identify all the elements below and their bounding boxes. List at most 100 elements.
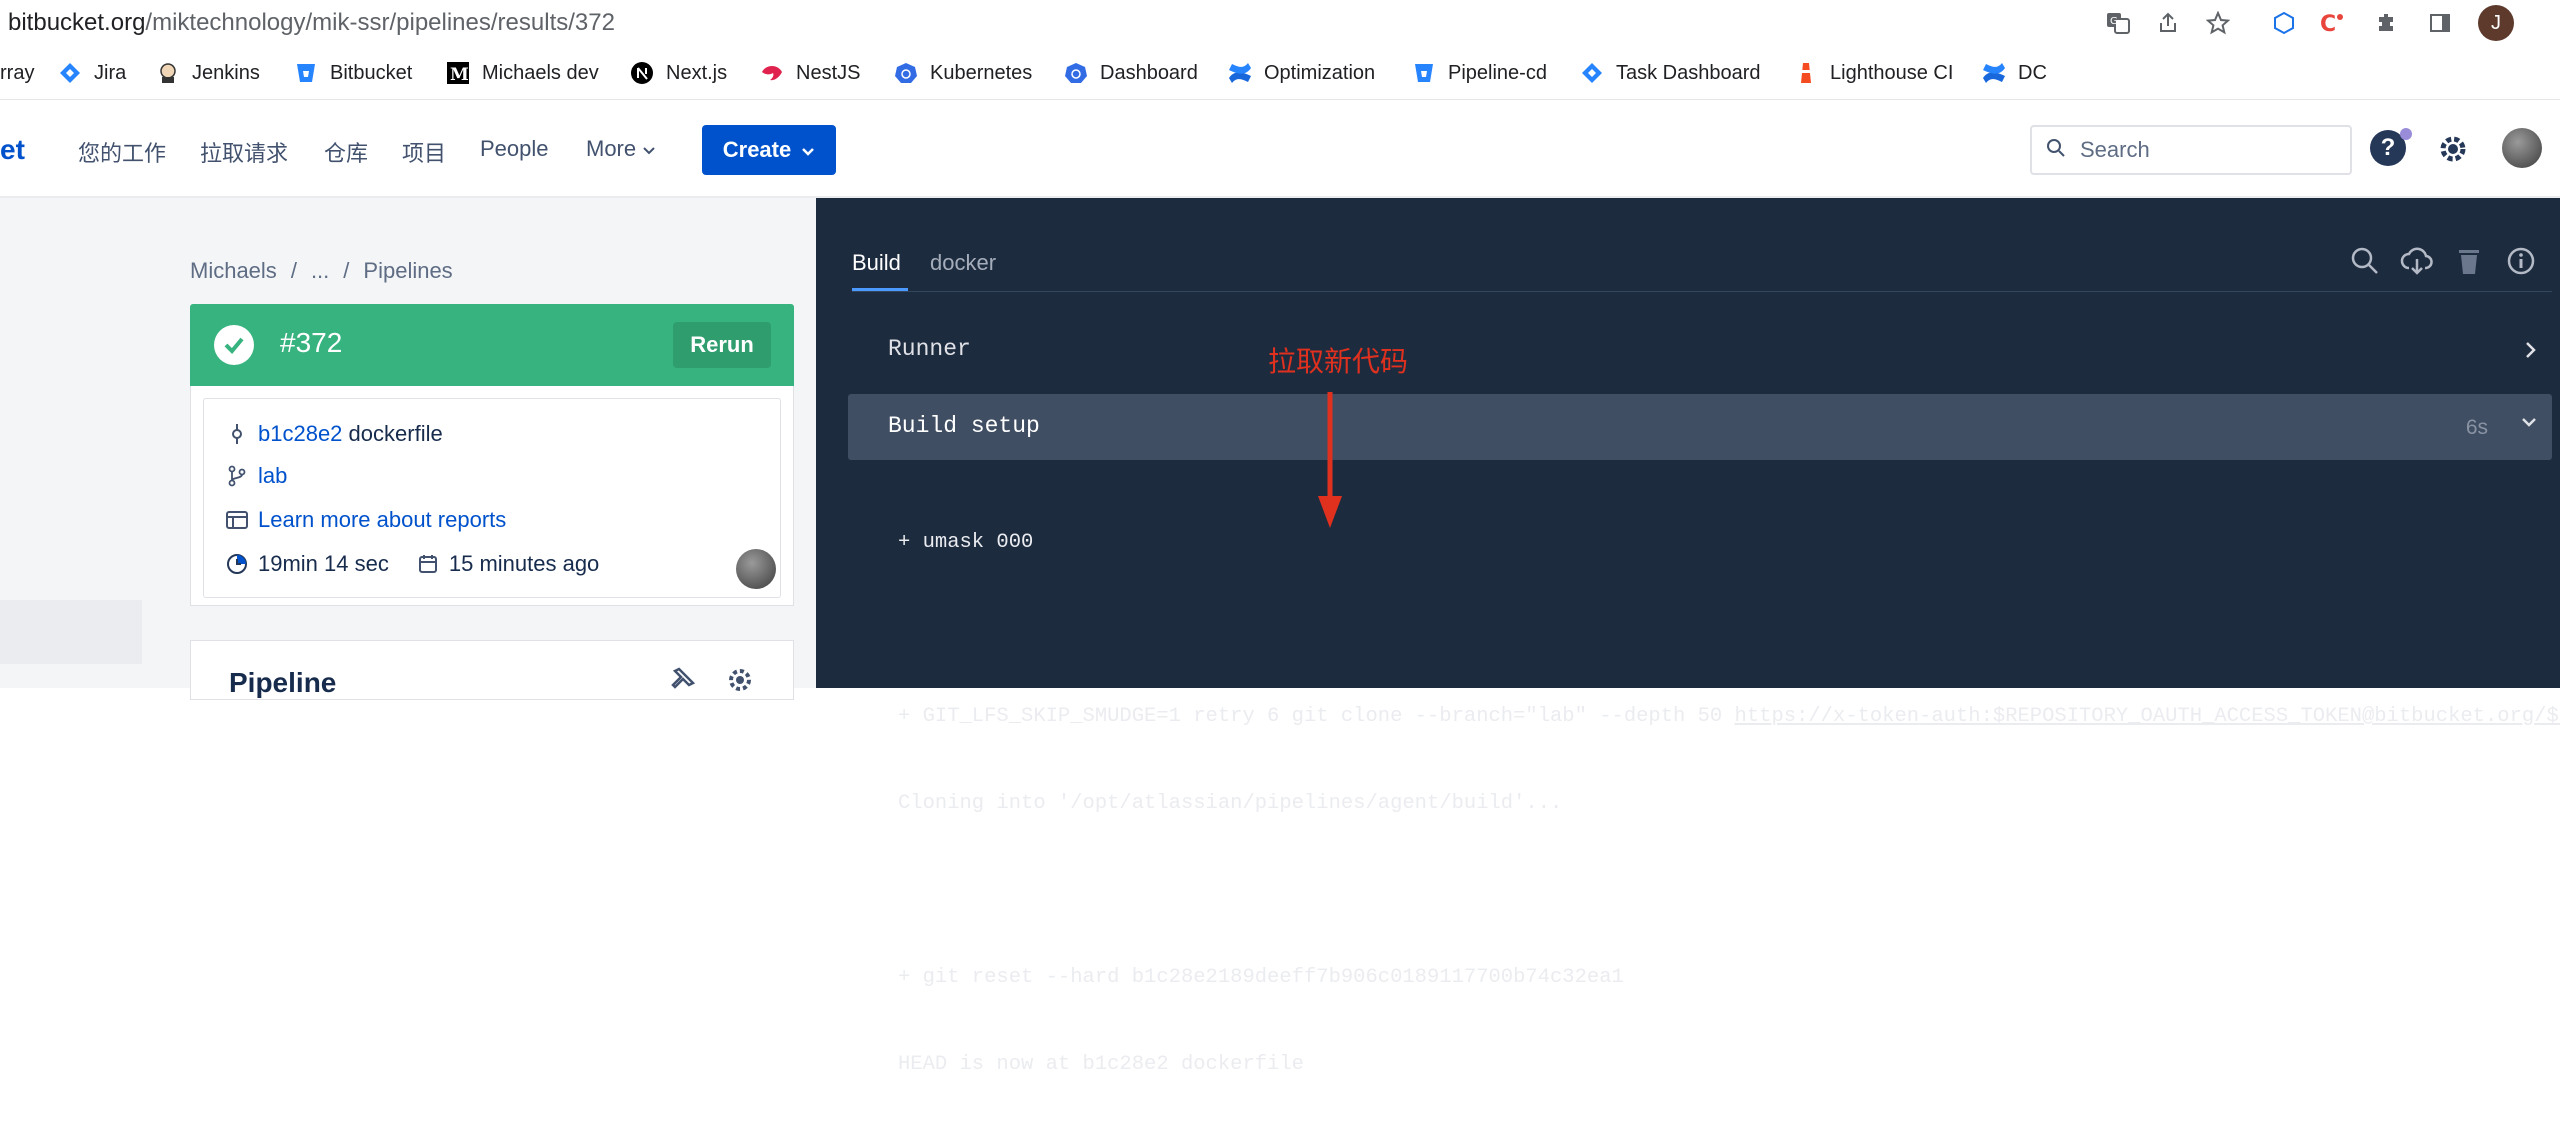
pipeline-section-title: Pipeline xyxy=(229,667,337,698)
pin-icon[interactable] xyxy=(669,665,697,698)
bookmark-nextjs[interactable]: Next.js xyxy=(630,59,727,87)
create-button[interactable]: Create xyxy=(702,125,836,175)
brand-logo-text[interactable]: et xyxy=(0,134,25,166)
help-icon: ? xyxy=(2380,134,2396,161)
runner-step[interactable]: Runner xyxy=(852,324,2552,380)
search-input[interactable] xyxy=(2078,136,2318,164)
commit-row: b1c28e2 dockerfile xyxy=(226,419,443,449)
branch-row: lab xyxy=(226,461,287,491)
pipeline-info-card: b1c28e2 dockerfile lab Learn more about … xyxy=(190,386,794,606)
bookmark-array[interactable]: rray xyxy=(0,59,34,87)
tab-build[interactable]: Build xyxy=(852,250,901,276)
confluence-icon xyxy=(1228,61,1252,85)
branch-icon xyxy=(226,465,248,487)
download-log-icon[interactable] xyxy=(2400,244,2434,278)
address-url[interactable]: bitbucket.org/miktechnology/mik-ssr/pipe… xyxy=(8,9,615,37)
bookmark-nestjs[interactable]: NestJS xyxy=(760,59,860,87)
url-path: /miktechnology/mik-ssr/pipelines/results… xyxy=(145,9,615,36)
build-setup-step[interactable]: Build setup 6s xyxy=(848,394,2552,460)
annotation-arrow-icon xyxy=(1318,392,1342,528)
log-line: HEAD is now at b1c28e2 dockerfile xyxy=(898,1053,1304,1076)
build-setup-label: Build setup xyxy=(888,413,1040,439)
clone-url-link[interactable]: https://x-token-auth:$REPOSITORY_OAUTH_A… xyxy=(1735,705,2560,728)
bookmark-pipeline-cd[interactable]: Pipeline-cd xyxy=(1412,59,1547,87)
learn-more-reports-link[interactable]: Learn more about reports xyxy=(258,507,506,533)
bookmark-jira[interactable]: Jira xyxy=(58,59,126,87)
reports-row: Learn more about reports xyxy=(226,505,506,535)
log-line: + git reset --hard b1c28e2189deeff7b906c… xyxy=(898,966,1624,989)
svg-text:M: M xyxy=(450,65,469,84)
translate-icon[interactable]: G xyxy=(2102,7,2134,39)
url-domain: bitbucket.org xyxy=(8,9,146,36)
nav-projects[interactable]: 项目 xyxy=(402,136,446,168)
profile-avatar[interactable]: J xyxy=(2478,5,2514,41)
svg-text:C: C xyxy=(2320,12,2336,36)
build-setup-duration: 6s xyxy=(2465,416,2488,439)
tab-docker[interactable]: docker xyxy=(930,250,996,276)
bookmark-dashboard[interactable]: Dashboard xyxy=(1064,59,1198,87)
bookmark-bitbucket[interactable]: Bitbucket xyxy=(294,59,412,87)
clock-icon xyxy=(226,553,248,575)
svg-text:G: G xyxy=(2110,16,2118,27)
extension-cube-icon[interactable] xyxy=(2268,7,2300,39)
branch-link[interactable]: lab xyxy=(258,463,287,489)
pipeline-time-ago: 15 minutes ago xyxy=(448,551,600,576)
app-top-nav: et 您的工作 拉取请求 仓库 项目 People More Create ? xyxy=(0,100,2560,198)
breadcrumb-separator: / xyxy=(343,258,350,283)
clone-command: + GIT_LFS_SKIP_SMUDGE=1 retry 6 git clon… xyxy=(898,705,1735,728)
share-icon[interactable] xyxy=(2152,7,2184,39)
settings-gear-icon[interactable] xyxy=(2434,130,2472,168)
pipeline-section-card: Pipeline xyxy=(190,640,794,700)
delete-icon[interactable] xyxy=(2452,244,2486,278)
bookmark-michaels-dev[interactable]: M Michaels dev xyxy=(446,59,599,87)
info-icon[interactable] xyxy=(2504,244,2538,278)
breadcrumb-page[interactable]: Pipelines xyxy=(363,258,452,283)
log-line: + umask 000 xyxy=(898,531,1034,554)
build-log-panel: Build docker Runner Build setup 6s + uma… xyxy=(816,198,2560,1076)
create-button-label: Create xyxy=(722,137,792,162)
bookmark-lighthouse-ci[interactable]: Lighthouse CI xyxy=(1794,59,1953,87)
bookmark-jenkins[interactable]: Jenkins xyxy=(156,59,260,87)
nav-your-work[interactable]: 您的工作 xyxy=(78,136,166,168)
sidebar-panel-icon[interactable] xyxy=(2424,7,2456,39)
kubernetes-icon xyxy=(894,61,918,85)
search-box[interactable] xyxy=(2030,125,2352,175)
extension-c-icon[interactable]: C xyxy=(2316,7,2348,39)
star-icon[interactable] xyxy=(2202,7,2234,39)
user-avatar[interactable] xyxy=(2502,128,2542,168)
chevron-right-icon xyxy=(2524,340,2538,365)
breadcrumb-ellipsis[interactable]: ... xyxy=(311,258,329,283)
jenkins-icon xyxy=(156,61,180,85)
pipeline-info-inner: b1c28e2 dockerfile lab Learn more about … xyxy=(203,398,781,598)
nav-repositories[interactable]: 仓库 xyxy=(324,136,368,168)
commit-hash-link[interactable]: b1c28e2 xyxy=(258,421,342,447)
rerun-button[interactable]: Rerun xyxy=(673,322,771,368)
sidebar-selected-item[interactable] xyxy=(0,600,142,664)
confluence-icon xyxy=(1982,61,2006,85)
chevron-down-icon xyxy=(2520,416,2538,435)
success-check-icon xyxy=(214,325,254,365)
nav-people[interactable]: People xyxy=(480,136,549,162)
pipeline-status-banner: #372 Rerun xyxy=(190,304,794,386)
nav-more[interactable]: More xyxy=(586,136,656,162)
reports-icon xyxy=(226,509,248,531)
bookmark-optimization[interactable]: Optimization xyxy=(1228,59,1375,87)
breadcrumb-separator: / xyxy=(290,258,297,283)
search-log-icon[interactable] xyxy=(2348,244,2382,278)
bitbucket-icon xyxy=(294,61,318,85)
search-icon xyxy=(2046,138,2066,163)
extensions-puzzle-icon[interactable] xyxy=(2370,7,2402,39)
bookmark-kubernetes[interactable]: Kubernetes xyxy=(894,59,1032,87)
nav-pull-requests[interactable]: 拉取请求 xyxy=(200,136,288,168)
trigger-user-avatar[interactable] xyxy=(736,549,776,589)
commit-icon xyxy=(226,423,248,445)
bookmarks-bar: rray Jira Jenkins Bitbucket M Michaels de… xyxy=(0,46,2560,100)
gear-icon[interactable] xyxy=(725,665,755,700)
runner-label: Runner xyxy=(888,336,971,362)
breadcrumb-project[interactable]: Michaels xyxy=(190,258,277,283)
nextjs-icon xyxy=(630,61,654,85)
bookmark-dc[interactable]: DC xyxy=(1982,59,2047,87)
bookmark-task-dashboard[interactable]: Task Dashboard xyxy=(1580,59,1761,87)
